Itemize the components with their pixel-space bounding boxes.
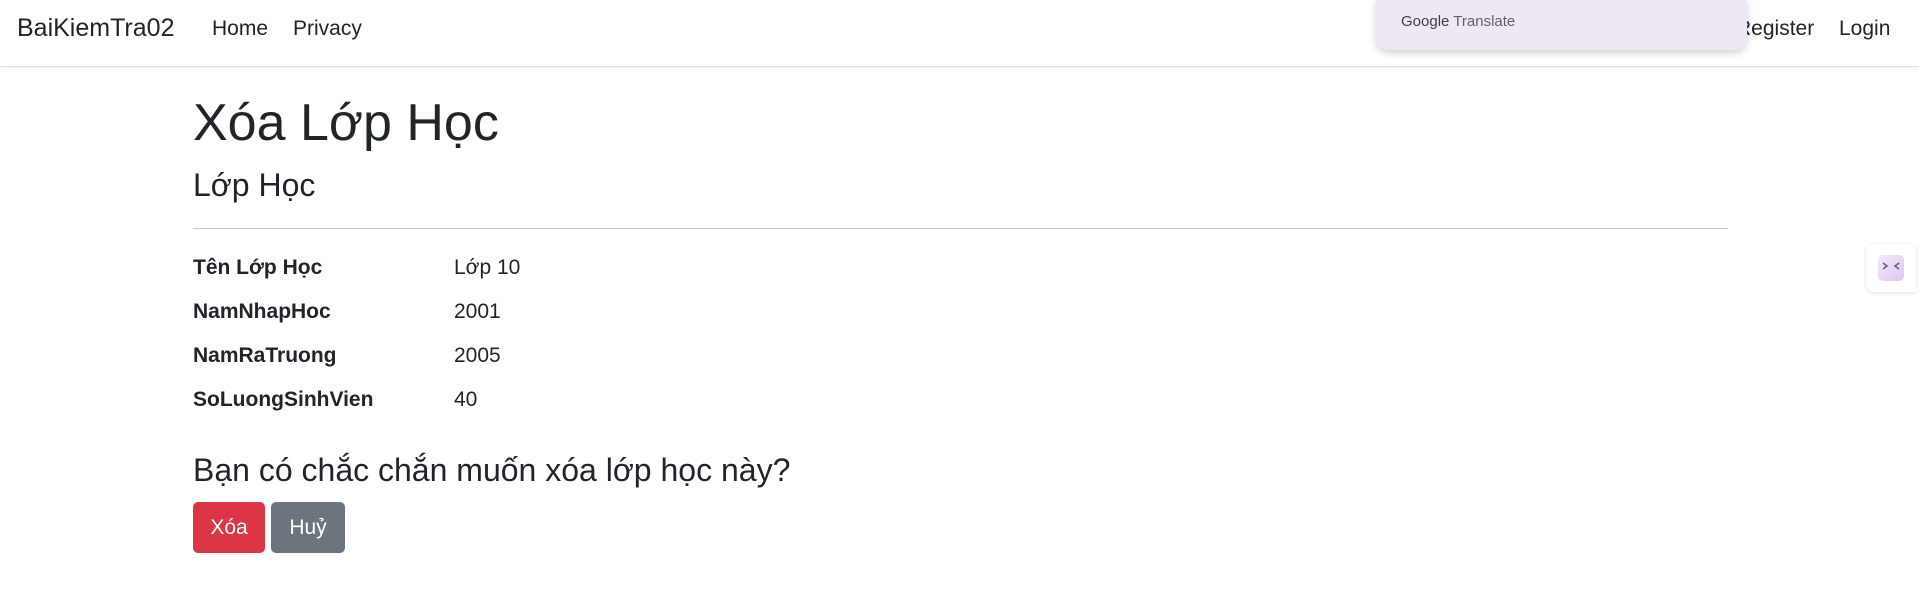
google-translate-label: Google Translate [1401, 13, 1515, 30]
cancel-button[interactable]: Huỷ [271, 502, 345, 553]
detail-label: SoLuongSinhVien [193, 388, 374, 411]
delete-button[interactable]: Xóa [193, 502, 265, 553]
detail-value: 2005 [454, 344, 501, 367]
google-translate-popup[interactable]: Google Translate [1376, 0, 1747, 50]
confirm-question: Bạn có chắc chắn muốn xóa lớp học này? [193, 452, 791, 488]
detail-label: NamRaTruong [193, 344, 337, 367]
detail-row-start-year: NamNhapHoc 2001 [193, 300, 893, 330]
side-widget-button[interactable] [1866, 244, 1916, 292]
nav-privacy-link[interactable]: Privacy [293, 17, 362, 41]
page-subtitle: Lớp Học [193, 167, 316, 203]
detail-row-end-year: NamRaTruong 2005 [193, 344, 893, 374]
detail-label: Tên Lớp Học [193, 256, 323, 279]
detail-row-student-count: SoLuongSinhVien 40 [193, 388, 893, 418]
google-logo-text: Google [1401, 13, 1450, 30]
detail-value: 40 [454, 388, 478, 411]
nav-login-link[interactable]: Login [1839, 17, 1890, 41]
nav-register-link[interactable]: Register [1736, 17, 1814, 41]
divider [193, 228, 1728, 229]
detail-row-class-name: Tên Lớp Học Lớp 10 [193, 256, 893, 286]
translate-text: Translate [1453, 13, 1516, 30]
detail-value: 2001 [454, 300, 501, 323]
page-title: Xóa Lớp Học [193, 94, 499, 152]
detail-label: NamNhapHoc [193, 300, 331, 323]
nav-home-link[interactable]: Home [212, 17, 268, 41]
brand-link[interactable]: BaiKiemTra02 [17, 14, 174, 43]
detail-value: Lớp 10 [454, 256, 521, 279]
